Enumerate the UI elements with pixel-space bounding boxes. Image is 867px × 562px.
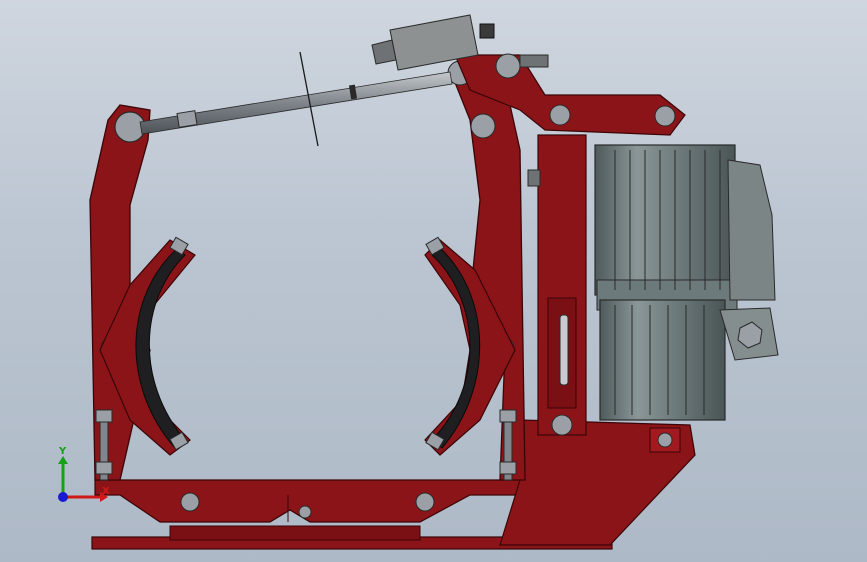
triad-x-label: X bbox=[102, 486, 110, 497]
bottom-lever bbox=[94, 479, 526, 523]
cad-viewport[interactable]: X Y bbox=[0, 0, 867, 562]
thruster-actuator bbox=[594, 144, 779, 421]
right-base-bracket bbox=[499, 419, 696, 546]
brake-assembly-model[interactable]: X Y bbox=[0, 0, 867, 562]
push-rod-column bbox=[527, 134, 587, 436]
triad-y-label: Y bbox=[58, 446, 67, 457]
